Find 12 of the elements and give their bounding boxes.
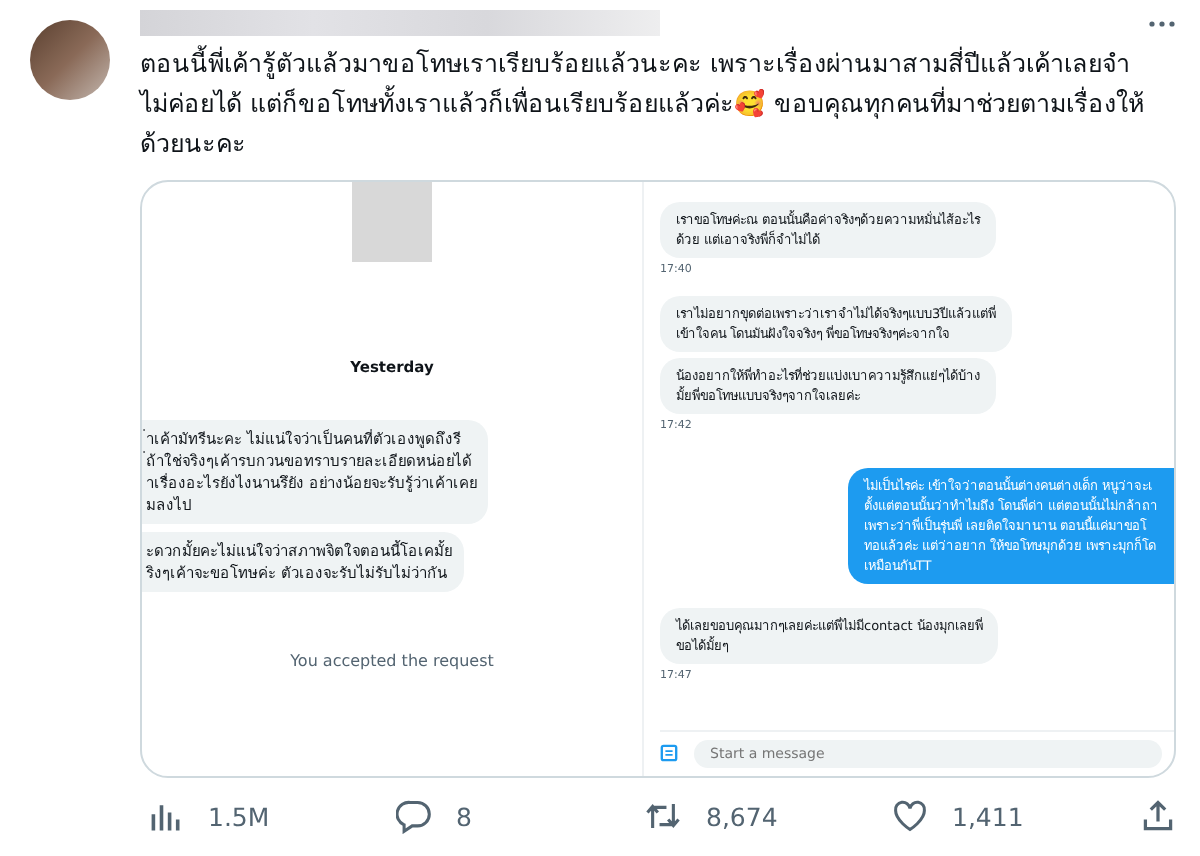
heart-icon[interactable]: [892, 798, 928, 835]
action-count: 1.5M: [208, 801, 270, 832]
action-count: 8,674: [706, 801, 778, 832]
action-count: 1,411: [952, 801, 1024, 832]
media-icon[interactable]: [660, 744, 678, 763]
speech-bubble-icon[interactable]: [396, 798, 432, 835]
blurred-avatar: [30, 20, 110, 100]
tweet-text: ตอนนี้พี่เค้ารู้ตัวแล้วมาขอโทษเราเรียบร้อยแล้วนะคะ เพราะเรื่องผ่านมาสามสี่ปีแล้วเค้าเลยจำไม่ค่อยได้ แต่ก็ขอโทษทั้งเราแล้วก็เพื่อนเรียบร้อยแล้วค่ะ🥰 ขอบคุณทุกคนที่มาช่วยตามเรื่องให้ด้วยนะคะ: [140, 43, 1146, 162]
request-notice: You accepted the request: [290, 651, 494, 670]
action-count: 8: [456, 801, 472, 832]
more-icon[interactable]: [1148, 19, 1176, 28]
share-icon[interactable]: [1140, 798, 1176, 835]
